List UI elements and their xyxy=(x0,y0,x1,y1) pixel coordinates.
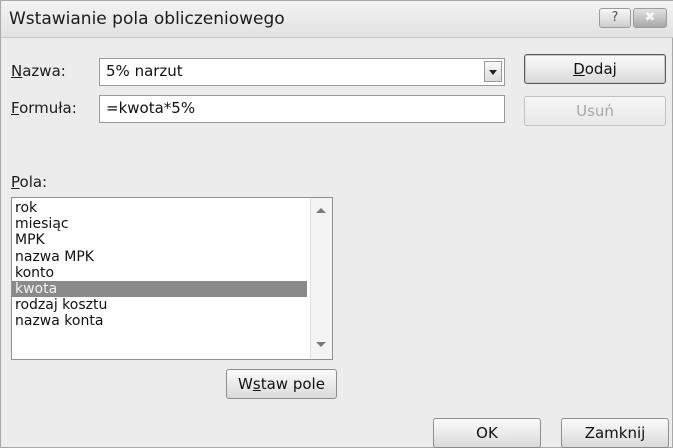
ok-button[interactable]: OK xyxy=(433,418,541,448)
fields-list: rok miesiąc MPK nazwa MPK konto kwota rodzaj k… xyxy=(12,200,307,330)
dialog-title: Wstawianie pola obliczeniowego xyxy=(9,9,285,29)
close-icon: ✖ xyxy=(644,10,656,25)
remove-button[interactable]: Usuń xyxy=(524,96,666,126)
name-label: Nazwa: xyxy=(11,62,66,80)
list-item[interactable]: kwota xyxy=(12,280,307,298)
close-window-button[interactable]: ✖ xyxy=(633,8,667,28)
list-item[interactable]: rok xyxy=(12,200,307,216)
list-item[interactable]: MPK xyxy=(12,232,307,248)
list-scrollbar[interactable] xyxy=(310,198,332,359)
scroll-down-icon[interactable] xyxy=(316,342,326,347)
list-item[interactable]: rodzaj kosztu xyxy=(12,297,307,313)
calculated-field-dialog: Wstawianie pola obliczeniowego ? ✖ Nazwa… xyxy=(0,0,673,448)
formula-input[interactable]: =kwota*5% xyxy=(99,95,505,123)
list-item[interactable]: miesiąc xyxy=(12,216,307,232)
insert-field-button[interactable]: Wstaw pole xyxy=(226,369,337,399)
fields-label: Pola: xyxy=(11,173,48,191)
formula-value: =kwota*5% xyxy=(106,99,196,117)
help-icon: ? xyxy=(611,10,619,25)
name-value: 5% narzut xyxy=(106,62,183,80)
scroll-up-icon[interactable] xyxy=(316,208,326,213)
chevron-down-icon[interactable] xyxy=(484,61,502,82)
fields-listbox[interactable]: rok miesiąc MPK nazwa MPK konto kwota rodzaj k… xyxy=(11,197,333,360)
list-item[interactable]: nazwa MPK xyxy=(12,249,307,265)
name-combobox[interactable]: 5% narzut xyxy=(99,58,505,86)
list-item[interactable]: nazwa konta xyxy=(12,313,307,329)
list-item[interactable]: konto xyxy=(12,265,307,281)
add-button[interactable]: Dodaj xyxy=(524,54,666,84)
help-button[interactable]: ? xyxy=(599,8,631,28)
formula-label: Formuła: xyxy=(11,99,77,117)
title-bar: Wstawianie pola obliczeniowego ? ✖ xyxy=(1,1,673,38)
close-button[interactable]: Zamknij xyxy=(561,418,669,448)
